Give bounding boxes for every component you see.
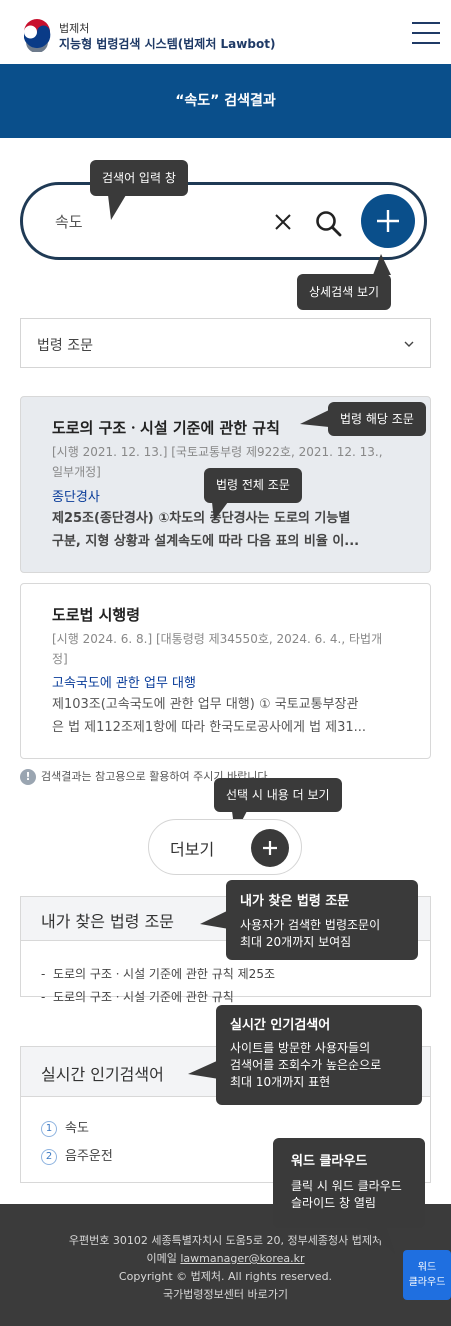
footer-copyright: Copyright © 법제처. All rights reserved. xyxy=(118,1270,333,1283)
tooltip-text: 선택 시 내용 더 보기 xyxy=(226,788,330,802)
tooltip-desc: 사용자가 검색한 법령조문이 xyxy=(240,918,381,932)
more-label: 더보기 xyxy=(170,840,215,859)
popular-search-title: 실시간 인기검색어 xyxy=(41,1065,164,1084)
select-value: 법령 조문 xyxy=(37,338,93,354)
word-cloud-label: 클라우드 xyxy=(408,1277,446,1288)
app-header: 법제처 지능형 법령검색 시스템(법제처 Lawbot) xyxy=(0,0,451,64)
word-cloud-button[interactable]: 워드 클라우드 xyxy=(403,1250,451,1300)
body-line: 제25조(종단경사) ①차도의 종단경사는 도로의 기능별 xyxy=(52,511,351,526)
body-line: 구분, 지형 상황과 설계속도에 따라 다음 표의 비율 이... xyxy=(52,534,360,549)
detail-search-button[interactable] xyxy=(361,194,415,248)
search-result-banner: “속도” 검색결과 xyxy=(0,64,451,138)
footer-center-link[interactable]: 국가법령정보센터 바로가기 xyxy=(0,1286,451,1302)
tooltip-word-cloud: 워드 클라우드 클릭 시 워드 클라우드 슬라이드 창 열림 xyxy=(273,1138,425,1228)
tooltip-desc: 최대 10개까지 표현 xyxy=(230,1075,331,1089)
tooltip-desc: 슬라이드 창 열림 xyxy=(291,1196,376,1210)
more-button[interactable]: 더보기 xyxy=(148,819,302,875)
tooltip-my-laws: 내가 찾은 법령 조문 사용자가 검색한 법령조문이 최대 20개까지 보여짐 xyxy=(226,880,418,960)
tooltip-desc: 클릭 시 워드 클라우드 xyxy=(291,1179,402,1193)
result-law-title[interactable]: 도로의 구조ㆍ시설 기준에 관한 규칙 xyxy=(52,417,280,438)
list-item-text: 도로의 구조ㆍ시설 기준에 관한 규칙 xyxy=(52,990,234,1004)
tooltip-desc: 사이트를 방문한 사용자들의 xyxy=(230,1041,371,1055)
body-line: 은 법 제112조제1항에 따라 한국도로공사에게 법 제31... xyxy=(52,720,367,735)
app-title[interactable]: 지능형 법령검색 시스템(법제처 Lawbot) xyxy=(59,35,275,52)
tooltip-title: 내가 찾은 법령 조문 xyxy=(240,894,350,909)
menu-icon[interactable] xyxy=(412,21,440,45)
org-name: 법제처 xyxy=(59,22,90,35)
popular-term: 속도 xyxy=(65,1121,89,1136)
tooltip-text: 법령 해당 조문 xyxy=(340,412,414,426)
meta-line: 일부개정] xyxy=(52,465,101,479)
tooltip-detail-search: 상세검색 보기 xyxy=(297,274,392,310)
my-laws-title: 내가 찾은 법령 조문 xyxy=(41,912,175,931)
email-label: 이메일 xyxy=(146,1252,177,1265)
tooltip-pointer xyxy=(300,410,329,427)
government-logo-icon[interactable] xyxy=(20,18,54,52)
search-bar: 속도 xyxy=(20,182,427,260)
tooltip-title: 워드 클라우드 xyxy=(291,1154,368,1169)
tooltip-text: 법령 전체 조문 xyxy=(216,478,290,492)
tooltip-title: 실시간 인기검색어 xyxy=(230,1018,331,1033)
info-icon: ! xyxy=(20,769,36,785)
rank-badge: 2 xyxy=(41,1148,57,1165)
result-law-meta: [시행 2024. 6. 8.] [대통령령 제34550호, 2024. 6.… xyxy=(52,629,402,669)
search-type-select[interactable]: 법령 조문 xyxy=(20,318,431,368)
plus-icon xyxy=(377,210,399,232)
rank-badge: 1 xyxy=(41,1120,57,1137)
body-line: 제103조(고속국도에 관한 업무 대행) ① 국토교통부장관 xyxy=(52,697,359,712)
tooltip-pointer xyxy=(212,502,228,521)
chevron-down-icon xyxy=(404,341,414,347)
word-cloud-label: 워드 xyxy=(417,1262,437,1273)
result-article-link[interactable]: 종단경사 xyxy=(52,486,100,505)
list-item[interactable]: - 도로의 구조ㆍ시설 기준에 관한 규칙 xyxy=(41,988,234,1005)
list-item-text: 도로의 구조ㆍ시설 기준에 관한 규칙 제25조 xyxy=(52,967,275,981)
tooltip-text: 검색어 입력 창 xyxy=(102,171,176,185)
tooltip-popular-search: 실시간 인기검색어 사이트를 방문한 사용자들의 검색어를 조회수가 높은순으로… xyxy=(216,1005,422,1105)
tooltip-law-full: 법령 전체 조문 xyxy=(204,468,302,503)
result-article-link[interactable]: 고속국도에 관한 업무 대행 xyxy=(52,672,196,691)
tooltip-more: 선택 시 내용 더 보기 xyxy=(214,778,342,812)
tooltip-pointer xyxy=(373,254,391,275)
plus-icon xyxy=(251,829,289,867)
list-item[interactable]: - 도로의 구조ㆍ시설 기준에 관한 규칙 제25조 xyxy=(41,965,275,982)
tooltip-pointer xyxy=(108,195,126,220)
meta-line: 정] xyxy=(52,652,68,666)
email-link[interactable]: lawmanager@korea.kr xyxy=(180,1252,304,1265)
popular-search-item[interactable]: 2 음주운전 xyxy=(41,1145,113,1165)
tooltip-law-article: 법령 해당 조문 xyxy=(328,402,426,436)
tooltip-search-input: 검색어 입력 창 xyxy=(90,160,188,196)
tooltip-desc: 검색어를 조회수가 높은순으로 xyxy=(230,1058,382,1072)
tooltip-pointer xyxy=(366,1227,395,1254)
tooltip-text: 상세검색 보기 xyxy=(309,285,380,299)
search-input[interactable]: 속도 xyxy=(55,211,83,232)
meta-line: [시행 2021. 12. 13.] [국토교통부령 제922호, 2021. … xyxy=(52,445,383,459)
result-law-title[interactable]: 도로법 시행령 xyxy=(52,604,140,625)
popular-term: 음주운전 xyxy=(65,1149,113,1164)
meta-line: [시행 2024. 6. 8.] [대통령령 제34550호, 2024. 6.… xyxy=(52,632,383,646)
result-card[interactable]: 도로법 시행령 [시행 2024. 6. 8.] [대통령령 제34550호, … xyxy=(20,583,431,759)
tooltip-desc: 최대 20개까지 보여짐 xyxy=(240,935,352,949)
search-icon[interactable] xyxy=(315,210,343,238)
result-article-body: 제103조(고속국도에 관한 업무 대행) ① 국토교통부장관 은 법 제112… xyxy=(52,693,402,739)
popular-search-item[interactable]: 1 속도 xyxy=(41,1117,89,1137)
close-icon[interactable] xyxy=(275,214,291,230)
